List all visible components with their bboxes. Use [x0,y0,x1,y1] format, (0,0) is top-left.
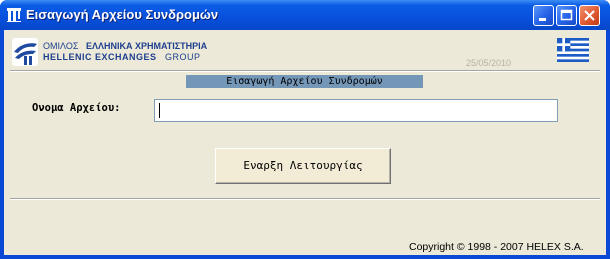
divider-top [10,70,600,72]
helex-logo: ΟΜΙΛΟΣ ΕΛΛΗΝΙΚΑ ΧΡΗΜΑΤΙΣΤΗΡΙΑ HELLENIC E… [12,38,208,66]
divider-bottom [10,198,600,200]
logo-line1-brand: ΕΛΛΗΝΙΚΑ ΧΡΗΜΑΤΙΣΤΗΡΙΑ [86,41,208,51]
application-window: Εισαγωγή Αρχείου Συνδρομών ΟΜΙΛΟΣ ΕΛΛΗΝΙ… [0,0,610,259]
minimize-icon [539,18,546,21]
close-button[interactable] [579,5,600,26]
file-name-label: Ονομα Αρχείου: [32,102,121,114]
logo-line2-suffix: GROUP [165,52,201,62]
copyright-text: Copyright © 1998 - 2007 HELEX S.A. [409,241,584,253]
logo-line2-brand: HELLENIC EXCHANGES [43,52,157,62]
file-name-input[interactable] [154,99,558,122]
close-icon [584,10,595,21]
greek-flag-icon[interactable] [557,38,589,62]
app-icon [7,8,21,22]
maximize-button[interactable] [556,5,577,26]
window-title: Εισαγωγή Αρχείου Συνδρομών [26,7,219,22]
section-title: Εισαγωγή Αρχείου Συνδρομών [186,75,423,88]
logo-line1-prefix: ΟΜΙΛΟΣ [43,41,79,51]
title-bar[interactable]: Εισαγωγή Αρχείου Συνδρομών [0,0,610,30]
maximize-icon [560,9,573,21]
text-caret [159,103,160,118]
client-area: ΟΜΙΛΟΣ ΕΛΛΗΝΙΚΑ ΧΡΗΜΑΤΙΣΤΗΡΙΑ HELLENIC E… [4,30,606,255]
minimize-button[interactable] [533,5,554,26]
start-operation-button[interactable]: Εναρξη Λειτουργίας [215,148,391,184]
date-label: 25/05/2010 [466,58,512,68]
helex-emblem-icon [12,38,38,66]
